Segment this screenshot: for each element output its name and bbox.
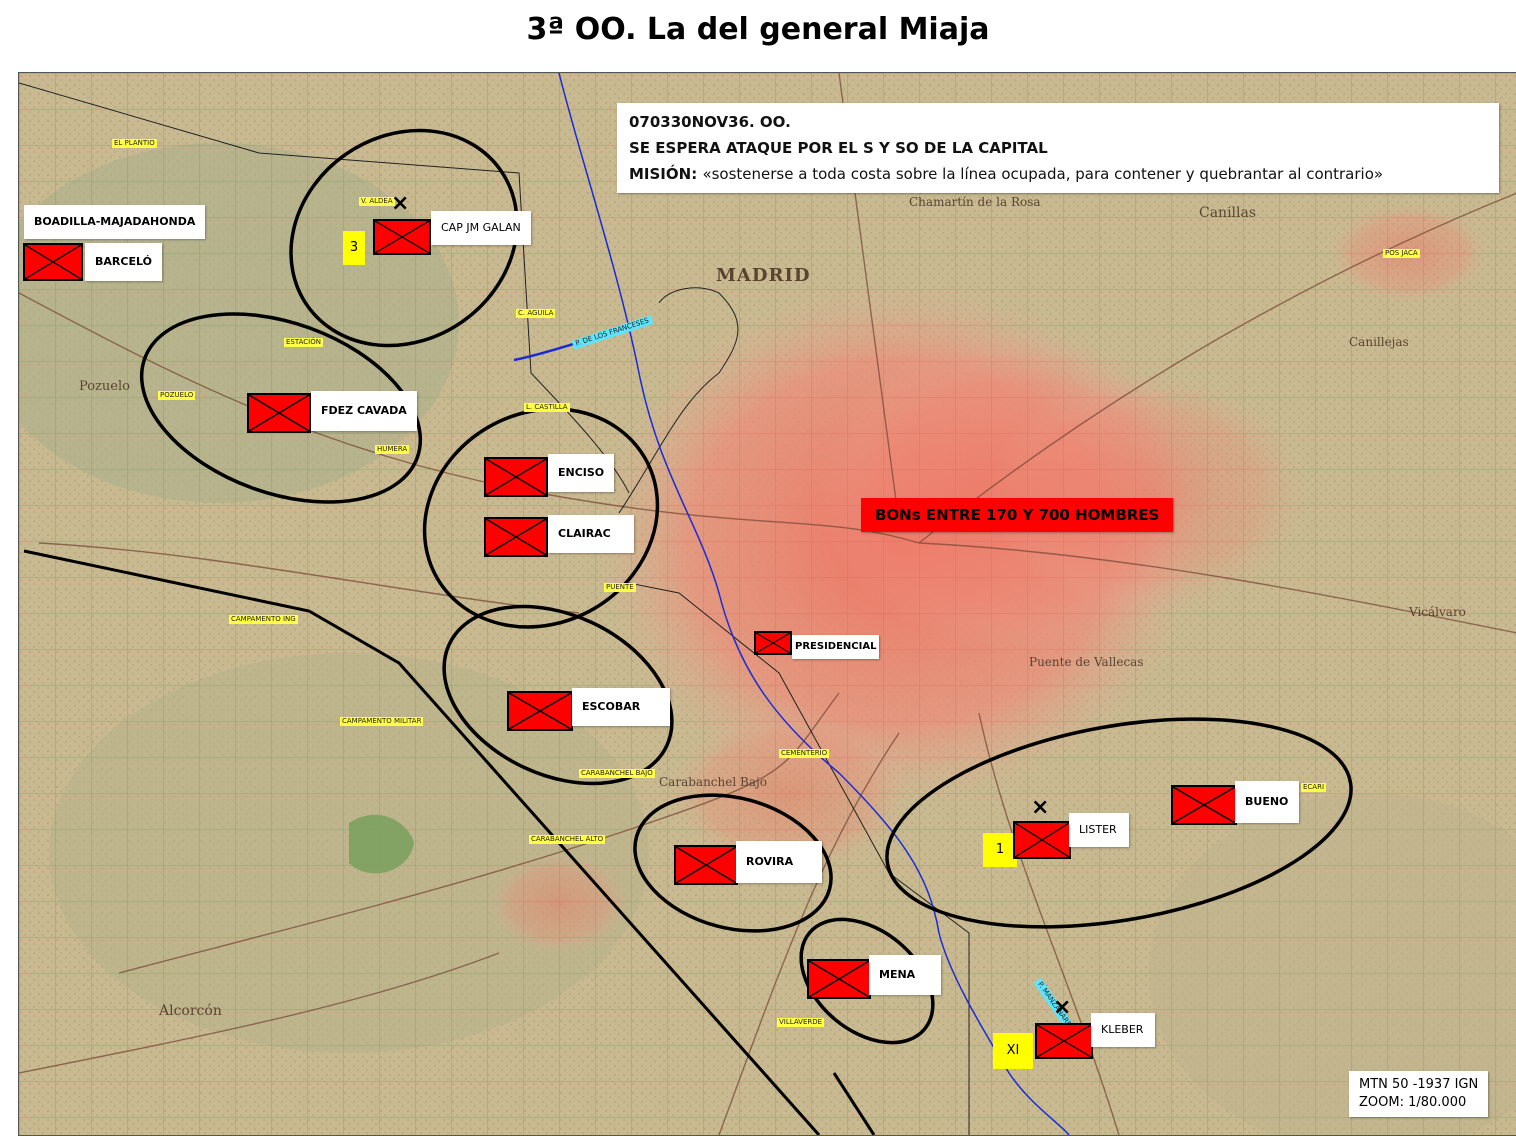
unit-cross-icon (486, 519, 546, 555)
unit-cross-icon (509, 693, 571, 729)
toponym-campamento-ing: CAMPAMENTO ING (229, 615, 298, 624)
toponym-carabanchel-alto: CARABANCHEL ALTO (529, 835, 606, 844)
map-text-chamartin: Chamartín de la Rosa (909, 195, 1041, 209)
order-mission-line: MISIÓN: «sostenerse a toda costa sobre l… (629, 161, 1487, 187)
unit-cross-icon (1173, 787, 1235, 823)
cross-marker-icon: × (1031, 795, 1050, 820)
map-zoom: ZOOM: 1/80.000 (1359, 1095, 1467, 1110)
unit-mena-symbol[interactable] (807, 959, 871, 999)
map-base (19, 73, 1516, 1135)
unit-lister-symbol[interactable] (1013, 821, 1071, 859)
unit-galan-symbol[interactable] (373, 219, 431, 255)
unit-fdez-cavada-label: FDEZ CAVADA (311, 391, 417, 431)
toponym-el-plantio: EL PLANTIO (112, 139, 157, 148)
map-text-canillejas: Canillejas (1349, 335, 1409, 349)
toponym-villaverde: VILLAVERDE (777, 1018, 825, 1027)
brigade-number-galan: 3 (343, 231, 365, 265)
mission-text: «sostenerse a toda costa sobre la línea … (702, 165, 1384, 183)
map-text-carabanchel: Carabanchel Bajo (659, 775, 767, 789)
toponym-campamento-militar: CAMPAMENTO MILITAR (340, 717, 424, 726)
unit-bueno-label: BUENO (1235, 781, 1299, 823)
toponym-humera: HUMERA (375, 445, 410, 454)
cross-marker-icon: × (1053, 995, 1072, 1020)
map-text-vicalvaro: Vicálvaro (1409, 605, 1466, 619)
unit-lister-label: LISTER (1069, 813, 1129, 847)
brigade-number-kleber: XI (993, 1033, 1033, 1069)
map-text-pozuelo: Pozuelo (79, 379, 130, 394)
battalion-size-banner: BONs ENTRE 170 Y 700 HOMBRES (861, 498, 1174, 532)
unit-bueno-symbol[interactable] (1171, 785, 1237, 825)
unit-fdez-cavada-symbol[interactable] (247, 393, 311, 433)
map-text-alcorcon: Alcorcón (159, 1003, 222, 1019)
map-canvas[interactable]: MADRID Chamartín de la Rosa Canillas Can… (18, 72, 1516, 1136)
unit-cross-icon (375, 221, 429, 253)
toponym-pozuelo: POZUELO (158, 391, 196, 400)
unit-cross-icon (249, 395, 309, 431)
toponym-cementerio: CEMENTERIO (779, 749, 830, 758)
sector-label-boadilla: BOADILLA-MAJADAHONDA (24, 205, 206, 239)
unit-barcelo-label: BARCELÓ (85, 243, 162, 281)
unit-presidencial-label: PRESIDENCIAL (792, 635, 880, 659)
toponym-ecari: ECARI (1301, 783, 1327, 792)
unit-cross-icon (1037, 1025, 1091, 1057)
unit-mena-label: MENA (869, 955, 941, 995)
unit-galan-label: CAP JM GALAN (431, 211, 531, 245)
order-expectation-line: SE ESPERA ATAQUE POR EL S Y SO DE LA CAP… (629, 139, 1048, 157)
toponym-estacion: ESTACIÓN (284, 338, 323, 347)
mission-label: MISIÓN: (629, 165, 698, 183)
toponym-aldea: V. ALDEA (359, 197, 395, 206)
unit-cross-icon (1015, 823, 1069, 857)
unit-escobar-symbol[interactable] (507, 691, 573, 731)
unit-clairac-label: CLAIRAC (548, 515, 634, 553)
brigade-number-lister: 1 (983, 833, 1017, 867)
unit-escobar-label: ESCOBAR (572, 688, 670, 726)
unit-rovira-label: ROVIRA (736, 841, 822, 883)
toponym-carabanchel-bajo: CARABANCHEL BAJO (579, 769, 655, 778)
map-scale-note: MTN 50 -1937 IGN ZOOM: 1/80.000 (1349, 1071, 1489, 1117)
cross-marker-icon: × (391, 191, 410, 216)
unit-cross-icon (809, 961, 869, 997)
toponym-c-aguila: C. AGUILA (516, 309, 556, 318)
unit-rovira-symbol[interactable] (674, 845, 738, 885)
map-text-canillas: Canillas (1199, 205, 1257, 221)
map-text-madrid: MADRID (716, 265, 811, 286)
order-info-box: 070330NOV36. OO. SE ESPERA ATAQUE POR EL… (617, 103, 1499, 193)
unit-enciso-label: ENCISO (548, 454, 615, 492)
unit-presidencial-symbol[interactable] (754, 631, 792, 655)
unit-cross-icon (676, 847, 736, 883)
map-text-vallecas: Puente de Vallecas (1029, 655, 1144, 669)
unit-cross-icon (25, 245, 81, 279)
unit-kleber-symbol[interactable] (1035, 1023, 1093, 1059)
page-title: 3ª OO. La del general Miaja (526, 12, 990, 47)
unit-enciso-symbol[interactable] (484, 457, 548, 497)
order-date-line: 070330NOV36. OO. (629, 113, 791, 131)
unit-cross-icon (486, 459, 546, 495)
toponym-castilla: L. CASTILLA (524, 403, 570, 412)
unit-barcelo-symbol[interactable] (23, 243, 83, 281)
map-source: MTN 50 -1937 IGN (1359, 1077, 1479, 1092)
unit-kleber-label: KLEBER (1091, 1013, 1155, 1047)
unit-cross-icon (756, 633, 790, 653)
unit-clairac-symbol[interactable] (484, 517, 548, 557)
toponym-pos-jaca: POS JACA (1383, 249, 1420, 258)
toponym-puente: PUENTE (604, 583, 636, 592)
